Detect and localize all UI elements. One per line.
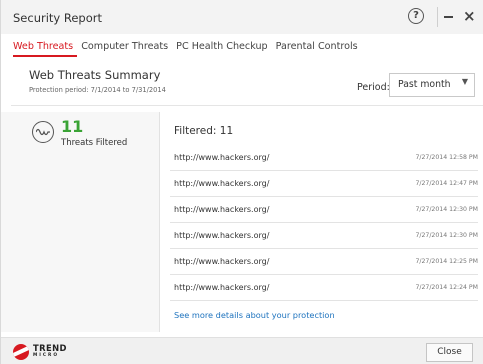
tab-computer-threats[interactable]: Computer Threats	[81, 41, 168, 52]
more-details-link[interactable]: See more details about your protection	[174, 310, 335, 320]
filtered-heading: Filtered: 11	[174, 125, 234, 137]
window-title: Security Report	[13, 11, 103, 25]
chevron-down-icon: ▼	[461, 77, 468, 86]
threat-url: http://www.hackers.org/	[174, 205, 270, 214]
threat-url: http://www.hackers.org/	[174, 179, 270, 188]
protection-period: Protection period: 7/1/2014 to 7/31/2014	[29, 86, 166, 94]
summary-title: Web Threats Summary	[29, 68, 161, 82]
table-row: http://www.hackers.org/ 7/27/2014 12:25 …	[170, 249, 478, 275]
tab-parental-controls[interactable]: Parental Controls	[276, 41, 358, 52]
close-icon[interactable]: ×	[463, 7, 476, 25]
threat-time: 7/27/2014 12:24 PM	[415, 284, 478, 291]
threat-url: http://www.hackers.org/	[174, 231, 270, 240]
logo-text: TREND	[33, 343, 67, 353]
logo-subtext: MICRO	[33, 353, 59, 358]
table-row: http://www.hackers.org/ 7/27/2014 12:30 …	[170, 223, 478, 249]
minimize-icon[interactable]	[444, 16, 453, 18]
table-row: http://www.hackers.org/ 7/27/2014 12:30 …	[170, 197, 478, 223]
period-label: Period:	[357, 82, 390, 93]
table-row: http://www.hackers.org/ 7/27/2014 12:58 …	[170, 145, 478, 171]
title-bar-divider	[437, 7, 438, 27]
threat-url: http://www.hackers.org/	[174, 153, 270, 162]
threat-time: 7/27/2014 12:30 PM	[415, 206, 478, 213]
threat-count: 11	[61, 117, 84, 136]
security-report-window: Security Report ? × Web Threats Computer…	[0, 0, 483, 364]
period-value: Past month	[398, 79, 451, 90]
threat-time: 7/27/2014 12:58 PM	[415, 154, 478, 161]
active-tab-indicator	[13, 55, 77, 57]
threat-time: 7/27/2014 12:25 PM	[415, 258, 478, 265]
close-button[interactable]: Close	[426, 343, 473, 362]
threat-count-label: Threats Filtered	[61, 138, 128, 148]
threat-time: 7/27/2014 12:30 PM	[415, 232, 478, 239]
panel-divider	[159, 112, 160, 332]
report-tabs: Web Threats Computer Threats PC Health C…	[13, 41, 358, 52]
threat-time: 7/27/2014 12:47 PM	[415, 180, 478, 187]
table-row: http://www.hackers.org/ 7/27/2014 12:47 …	[170, 171, 478, 197]
footer-bar: TREND MICRO Close	[1, 337, 483, 364]
period-dropdown[interactable]: Past month ▼	[389, 73, 475, 97]
threat-url: http://www.hackers.org/	[174, 283, 270, 292]
tab-pc-health-checkup[interactable]: PC Health Checkup	[176, 41, 267, 52]
help-icon[interactable]: ?	[408, 8, 424, 24]
logo-mark-icon	[13, 344, 29, 360]
trend-micro-logo: TREND MICRO	[13, 343, 73, 361]
threat-url: http://www.hackers.org/	[174, 257, 270, 266]
tab-web-threats[interactable]: Web Threats	[13, 41, 73, 52]
pulse-icon	[32, 121, 54, 143]
threat-list: http://www.hackers.org/ 7/27/2014 12:58 …	[170, 145, 478, 301]
table-row: http://www.hackers.org/ 7/27/2014 12:24 …	[170, 275, 478, 301]
title-bar: Security Report ? ×	[1, 0, 483, 34]
header-divider	[11, 105, 483, 106]
